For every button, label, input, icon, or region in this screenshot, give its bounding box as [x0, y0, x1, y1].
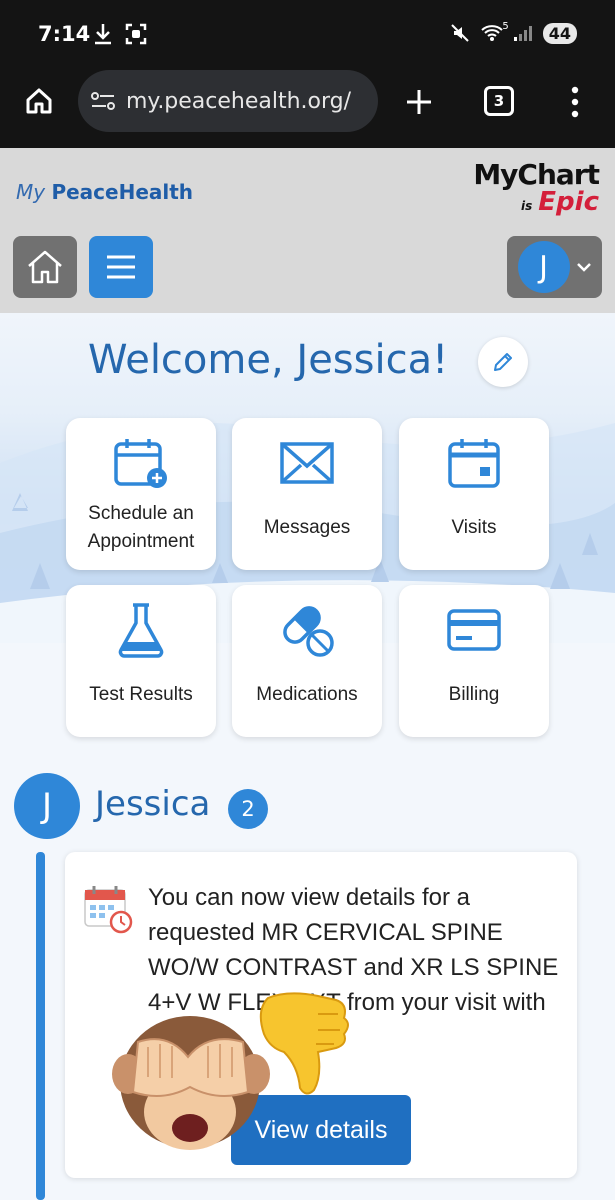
tile-label: Visits — [451, 517, 497, 538]
brand-prefix: My — [16, 180, 46, 204]
app-header: My PeaceHealth MyChart is Epic J — [0, 148, 615, 313]
calendar-clock-icon — [84, 886, 133, 934]
status-time: 7:14 — [38, 22, 91, 46]
account-menu-button[interactable]: J — [507, 236, 602, 298]
calendar-icon — [448, 439, 500, 488]
envelope-icon — [280, 442, 334, 484]
epic-line: is Epic — [473, 187, 599, 217]
tile-label: Billing — [448, 684, 500, 705]
tile-label: Messages — [263, 517, 351, 538]
wifi-indicator: 5 — [481, 21, 509, 43]
tile-billing[interactable]: Billing — [399, 585, 549, 737]
screenshot-icon — [125, 23, 147, 45]
chevron-down-icon — [576, 263, 591, 272]
download-icon — [95, 24, 111, 45]
peacehealth-logo[interactable]: My PeaceHealth — [16, 180, 193, 204]
address-bar[interactable]: my.peacehealth.org/ — [78, 70, 378, 132]
browser-toolbar: my.peacehealth.org/ 3 — [0, 68, 615, 148]
edit-name-button[interactable] — [478, 337, 528, 387]
tile-messages[interactable]: Messages — [232, 418, 382, 570]
tile-medications[interactable]: Medications — [232, 585, 382, 737]
tile-test-results[interactable]: Test Results — [66, 585, 216, 737]
status-left-icons — [92, 22, 148, 46]
tab-switcher-button[interactable]: 3 — [484, 86, 514, 116]
account-avatar: J — [517, 241, 570, 293]
signal-icon — [513, 26, 532, 41]
mychart-is: is — [521, 199, 533, 213]
wifi-label: 5 — [502, 21, 509, 32]
calendar-plus-icon — [114, 439, 167, 488]
pill-icon — [283, 606, 334, 657]
tile-label: Schedule an Appointment — [87, 503, 195, 552]
browser-home-icon[interactable] — [24, 86, 54, 116]
more-options-icon[interactable] — [568, 86, 582, 118]
status-right-icons: 5 44 — [449, 21, 577, 44]
new-tab-icon[interactable] — [405, 88, 433, 116]
credit-card-icon — [447, 609, 501, 651]
mute-icon — [451, 24, 469, 42]
pencil-icon — [494, 353, 512, 371]
flask-icon — [118, 603, 164, 658]
mychart-logo: MyChart is Epic — [473, 158, 600, 217]
notification-text: You can now view details for a requested… — [148, 884, 559, 1016]
notification-count-badge: 2 — [228, 789, 268, 829]
site-settings-icon[interactable] — [90, 90, 116, 112]
tile-visits[interactable]: Visits — [399, 418, 549, 570]
status-bar: 7:14 5 44 — [0, 0, 615, 68]
home-button[interactable] — [13, 236, 77, 298]
tile-label: Medications — [256, 684, 358, 705]
menu-button[interactable] — [89, 236, 153, 298]
patient-avatar: J — [14, 773, 80, 839]
thumbs-down-sticker — [259, 992, 349, 1095]
home-icon — [28, 250, 62, 284]
epic-wordmark: Epic — [538, 187, 599, 217]
url-text: my.peacehealth.org/ — [126, 88, 352, 114]
wifi-icon — [481, 25, 503, 41]
hamburger-icon — [107, 255, 135, 279]
feed-rail — [36, 852, 45, 1200]
tile-label: Test Results — [89, 684, 193, 705]
welcome-heading: Welcome, Jessica! — [88, 337, 449, 383]
brand-name: PeaceHealth — [51, 180, 194, 204]
patient-name: Jessica — [95, 784, 211, 824]
tile-schedule-appointment[interactable]: Schedule an Appointment — [66, 418, 216, 570]
battery-indicator: 44 — [542, 22, 577, 44]
